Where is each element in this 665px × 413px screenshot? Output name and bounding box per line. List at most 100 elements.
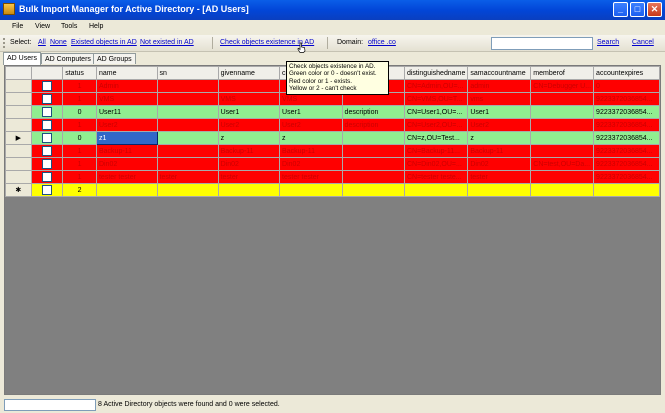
column-header-givenname[interactable]: givenname bbox=[217, 66, 281, 80]
row-checkbox[interactable] bbox=[41, 120, 52, 130]
column-header-name[interactable]: name bbox=[95, 66, 158, 80]
cell-givenname[interactable]: Backup-11 bbox=[217, 144, 281, 158]
cell-sn[interactable] bbox=[156, 183, 219, 197]
cell-memberof[interactable] bbox=[530, 131, 595, 145]
cell-sn[interactable] bbox=[156, 131, 219, 145]
toolbar-grip[interactable] bbox=[3, 38, 7, 48]
row-checkbox[interactable] bbox=[41, 185, 52, 195]
cell-description[interactable]: description bbox=[341, 105, 405, 119]
cell-status[interactable]: 2 bbox=[62, 183, 97, 197]
cell-memberof[interactable] bbox=[530, 105, 595, 119]
tab-ad-groups[interactable]: AD Groups bbox=[93, 53, 136, 64]
cell-description[interactable] bbox=[341, 144, 405, 158]
row-header[interactable] bbox=[5, 157, 32, 171]
cell-description[interactable] bbox=[341, 157, 405, 171]
select-existed-link[interactable]: Existed objects in AD bbox=[71, 39, 137, 46]
row-header[interactable] bbox=[5, 170, 32, 184]
cell-accountexpires[interactable]: 9223372036854... bbox=[593, 144, 660, 158]
cell-samaccountname[interactable] bbox=[467, 183, 532, 197]
cell-name[interactable]: Backup-11 bbox=[95, 144, 158, 158]
table-row[interactable]: 1 User2 User2 User2 description CN=User2,OU=.… bbox=[5, 118, 660, 132]
cell-givenname[interactable]: z bbox=[217, 131, 281, 145]
cell-cn[interactable]: Backup-11 bbox=[279, 144, 343, 158]
cell-memberof[interactable] bbox=[530, 170, 595, 184]
cell-memberof[interactable] bbox=[530, 92, 595, 106]
cell-name[interactable]: User2 bbox=[95, 118, 158, 132]
cell-sn[interactable] bbox=[156, 144, 219, 158]
cell-sn[interactable] bbox=[156, 79, 219, 93]
menu-file[interactable]: File bbox=[12, 23, 23, 30]
cell-status[interactable]: 1 bbox=[62, 118, 97, 132]
cell-accountexpires[interactable]: 0 bbox=[593, 79, 660, 93]
row-checkbox[interactable] bbox=[41, 146, 52, 156]
cell-givenname[interactable] bbox=[217, 183, 281, 197]
users-grid[interactable]: status name sn givenname cn description … bbox=[4, 65, 661, 395]
cell-status[interactable]: 1 bbox=[62, 170, 97, 184]
column-header-memberof[interactable]: memberof bbox=[530, 66, 595, 80]
cell-description[interactable]: description bbox=[341, 118, 405, 132]
row-header[interactable] bbox=[5, 79, 32, 93]
cell-distinguishedname[interactable]: CN=User2,OU=... bbox=[403, 118, 469, 132]
table-row[interactable]: 1 Din02 Din02 Din02 CN=Din02,OU=... Din02 CN=t… bbox=[5, 157, 660, 171]
search-link[interactable]: Search bbox=[597, 39, 619, 46]
cell-status[interactable]: 0 bbox=[62, 131, 97, 145]
cell-name[interactable]: tester tester bbox=[95, 170, 158, 184]
cell-accountexpires[interactable]: 9223372036854... bbox=[593, 131, 660, 145]
select-none-link[interactable]: None bbox=[50, 39, 67, 46]
cell-cn[interactable] bbox=[279, 183, 343, 197]
cell-cn[interactable]: User2 bbox=[279, 118, 343, 132]
cell-name[interactable]: z1 bbox=[95, 131, 158, 145]
menu-help[interactable]: Help bbox=[89, 23, 103, 30]
table-row[interactable]: ▶ 0 z1 z z CN=z,OU=Test... z 9223372036854... bbox=[5, 131, 660, 145]
cell-sn[interactable] bbox=[156, 118, 219, 132]
cell-distinguishedname[interactable]: CN=Backup-11... bbox=[403, 144, 469, 158]
cell-distinguishedname[interactable]: CN=VMS,OU=T... bbox=[403, 92, 469, 106]
cell-name[interactable] bbox=[95, 183, 158, 197]
cell-givenname[interactable]: VMS bbox=[217, 92, 281, 106]
cell-description[interactable] bbox=[341, 131, 405, 145]
cell-samaccountname[interactable]: Din02 bbox=[467, 157, 532, 171]
select-all-link[interactable]: All bbox=[38, 39, 46, 46]
cell-memberof[interactable] bbox=[530, 183, 595, 197]
column-header-distinguishedname[interactable]: distinguishedname bbox=[403, 66, 469, 80]
search-input[interactable] bbox=[491, 37, 593, 50]
cell-samaccountname[interactable]: vms bbox=[467, 92, 532, 106]
cell-accountexpires[interactable]: 9223372036854... bbox=[593, 170, 660, 184]
row-header[interactable]: ▶ bbox=[5, 131, 32, 145]
cell-givenname[interactable]: User1 bbox=[217, 105, 281, 119]
cell-accountexpires[interactable]: 9223372036854... bbox=[593, 118, 660, 132]
row-header[interactable]: ✱ bbox=[5, 183, 32, 197]
cell-name[interactable]: VMS bbox=[95, 92, 158, 106]
cell-memberof[interactable]: CN=test,OU=Da... bbox=[530, 157, 595, 171]
row-header[interactable] bbox=[5, 92, 32, 106]
cell-accountexpires[interactable] bbox=[593, 183, 660, 197]
cell-cn[interactable]: User1 bbox=[279, 105, 343, 119]
cell-status[interactable]: 0 bbox=[62, 105, 97, 119]
menu-view[interactable]: View bbox=[35, 23, 50, 30]
cell-distinguishedname[interactable]: CN=User1,OU=... bbox=[403, 105, 469, 119]
cell-distinguishedname[interactable]: CN=tester teste... bbox=[403, 170, 469, 184]
cell-description[interactable] bbox=[341, 183, 405, 197]
table-row[interactable]: 0 User11 User1 User1 description CN=User1,OU=… bbox=[5, 105, 660, 119]
cell-status[interactable]: 1 bbox=[62, 92, 97, 106]
maximize-button[interactable]: □ bbox=[630, 2, 645, 17]
cell-memberof[interactable]: CN=Debugger U... bbox=[530, 79, 595, 93]
row-checkbox[interactable] bbox=[41, 172, 52, 182]
cell-status[interactable]: 1 bbox=[62, 157, 97, 171]
cell-samaccountname[interactable]: admin bbox=[467, 79, 532, 93]
column-header-status[interactable]: status bbox=[62, 66, 97, 80]
row-checkbox[interactable] bbox=[41, 81, 52, 91]
select-not-existed-link[interactable]: Not existed in AD bbox=[140, 39, 194, 46]
cell-sn[interactable]: tester bbox=[156, 170, 219, 184]
cell-accountexpires[interactable]: 9223372036854... bbox=[593, 92, 660, 106]
row-header[interactable] bbox=[5, 144, 32, 158]
cell-description[interactable] bbox=[341, 170, 405, 184]
cell-name[interactable]: Admin bbox=[95, 79, 158, 93]
corner-header[interactable] bbox=[5, 66, 32, 80]
cell-name[interactable]: User11 bbox=[95, 105, 158, 119]
table-row[interactable]: ✱ 2 bbox=[5, 183, 660, 197]
cancel-link[interactable]: Cancel bbox=[632, 39, 654, 46]
cell-distinguishedname[interactable]: CN=Admin,OU=... bbox=[403, 79, 469, 93]
row-checkbox[interactable] bbox=[41, 159, 52, 169]
cell-memberof[interactable] bbox=[530, 144, 595, 158]
